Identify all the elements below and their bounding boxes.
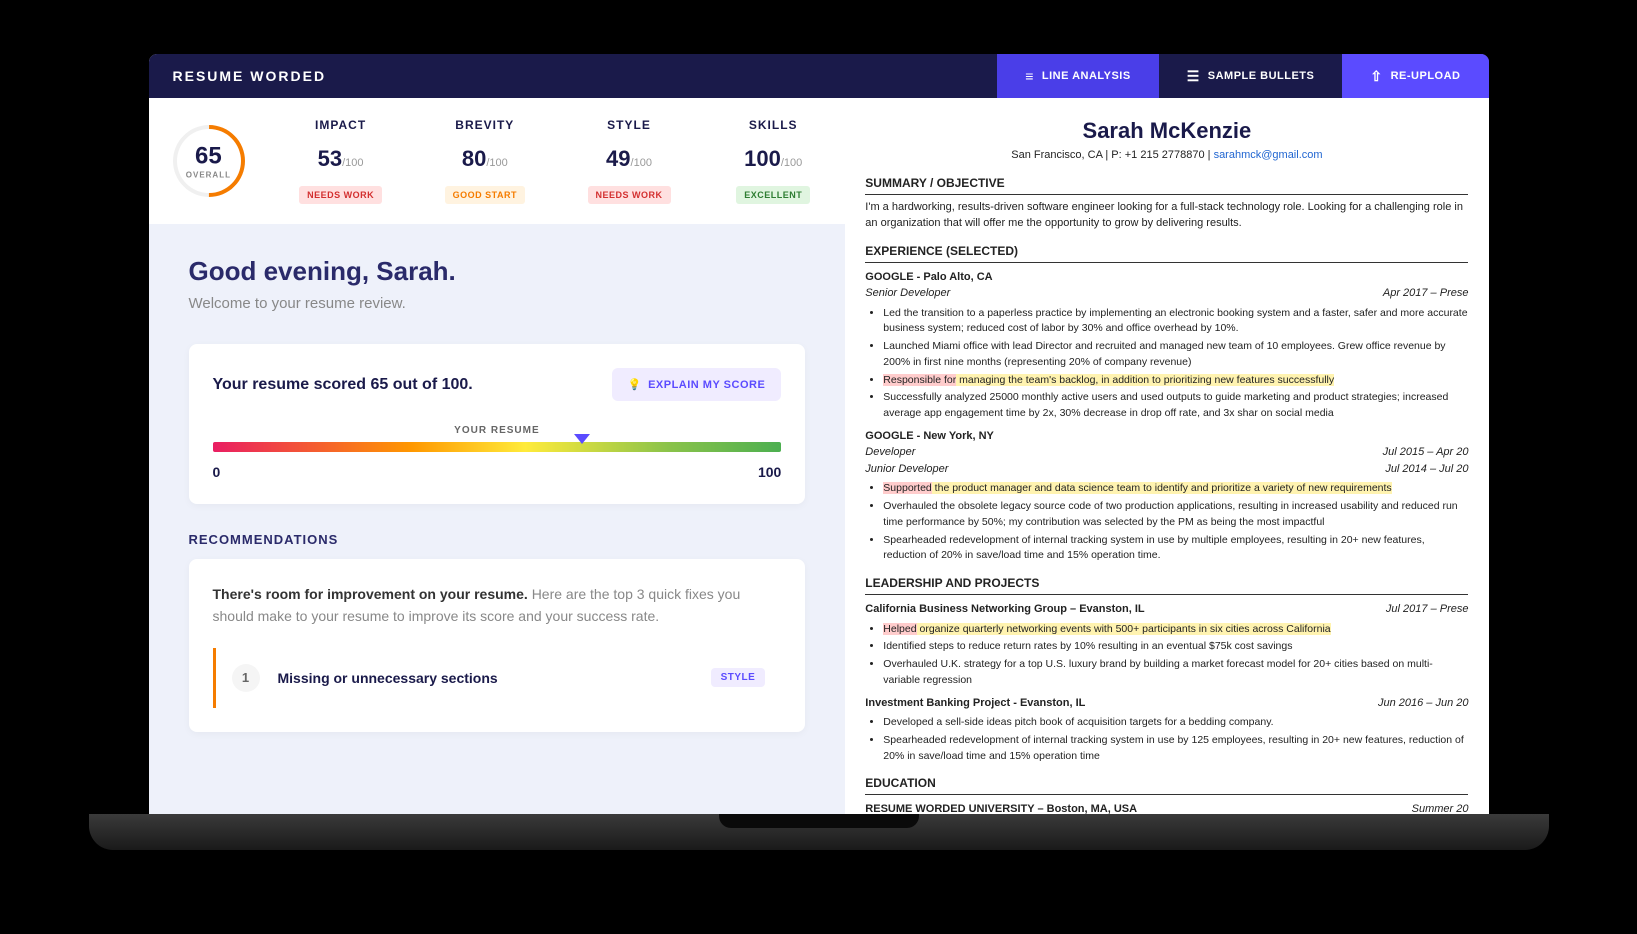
resume-name: Sarah McKenzie [865,114,1468,147]
metric-style[interactable]: STYLE49/100NEEDS WORK [557,118,701,204]
section-leadership: LEADERSHIP AND PROJECTS [865,574,1468,595]
recommendation-number: 1 [232,664,260,692]
nav-reupload[interactable]: ⇧RE-UPLOAD [1342,54,1488,98]
overall-score: 65 OVERALL [149,125,269,197]
overall-score-label: OVERALL [186,170,231,179]
gauge-max: 100 [758,464,781,480]
summary-text: I'm a hardworking, results-driven softwa… [865,199,1468,232]
metric-brevity[interactable]: BREVITY80/100GOOD START [413,118,557,204]
score-card: Your resume scored 65 out of 100. 💡EXPLA… [189,344,806,504]
greeting-subtitle: Welcome to your resume review. [189,295,806,312]
list-icon: ☰ [1187,68,1200,85]
resume-contact: San Francisco, CA | P: +1 215 2778870 | … [865,147,1468,164]
gauge-label: YOUR RESUME [213,425,782,436]
upload-icon: ⇧ [1370,68,1382,85]
analysis-icon: ≡ [1025,68,1034,84]
nav-sample-bullets[interactable]: ☰SAMPLE BULLETS [1159,54,1343,98]
recommendation-item[interactable]: 1 Missing or unnecessary sections STYLE [213,648,782,708]
gauge-min: 0 [213,464,221,480]
resume-email-link[interactable]: sarahmck@gmail.com [1214,149,1323,161]
recommendations-card: There's room for improvement on your res… [189,559,806,732]
lightbulb-icon: 💡 [628,378,642,391]
job2-bullets: Supported the product manager and data s… [883,481,1468,564]
gauge-pointer [574,434,590,444]
laptop-base [89,814,1549,850]
score-panel: 65 OVERALL IMPACT53/100NEEDS WORKBREVITY… [149,98,846,224]
resume-preview[interactable]: Sarah McKenzie San Francisco, CA | P: +1… [845,98,1488,814]
recommendations-description: There's room for improvement on your res… [213,583,782,628]
recommendation-tag: STYLE [711,668,766,687]
job1-bullets: Led the transition to a paperless practi… [883,306,1468,422]
recommendations-heading: RECOMMENDATIONS [149,516,846,547]
left-panel: 65 OVERALL IMPACT53/100NEEDS WORKBREVITY… [149,98,846,814]
section-education: EDUCATION [865,774,1468,795]
section-experience: EXPERIENCE (SELECTED) [865,242,1468,263]
score-gauge [213,442,782,452]
score-card-title: Your resume scored 65 out of 100. [213,376,473,394]
brand-logo: RESUME WORDED [149,68,998,84]
metric-skills[interactable]: SKILLS100/100EXCELLENT [701,118,845,204]
explain-score-button[interactable]: 💡EXPLAIN MY SCORE [612,368,781,401]
proj2-bullets: Developed a sell-side ideas pitch book o… [883,715,1468,764]
recommendation-name: Missing or unnecessary sections [278,670,693,686]
nav-line-analysis[interactable]: ≡LINE ANALYSIS [997,54,1158,98]
metric-impact[interactable]: IMPACT53/100NEEDS WORK [269,118,413,204]
overall-score-value: 65 [186,142,231,170]
topbar: RESUME WORDED ≡LINE ANALYSIS ☰SAMPLE BUL… [149,54,1489,98]
proj1-bullets: Helped organize quarterly networking eve… [883,622,1468,689]
section-summary: SUMMARY / OBJECTIVE [865,174,1468,195]
greeting: Good evening, Sarah. Welcome to your res… [149,224,846,332]
greeting-title: Good evening, Sarah. [189,256,806,287]
